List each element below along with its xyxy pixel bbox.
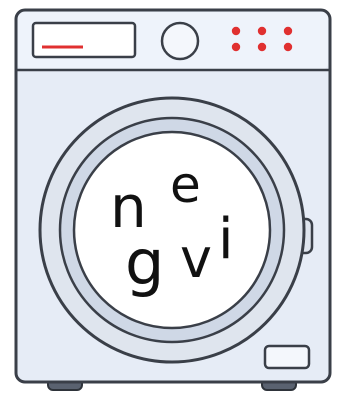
display-screen — [31, 21, 137, 59]
washing-machine-drawing — [14, 8, 332, 391]
dial-knob — [160, 21, 200, 61]
letter-g: g — [125, 226, 165, 299]
letter-i: i — [218, 207, 234, 272]
letter-e: e — [170, 156, 201, 214]
letter-v: v — [180, 227, 212, 290]
washing-machine-illustration: n e g v i — [0, 0, 337, 396]
detergent-drawer — [263, 344, 311, 370]
